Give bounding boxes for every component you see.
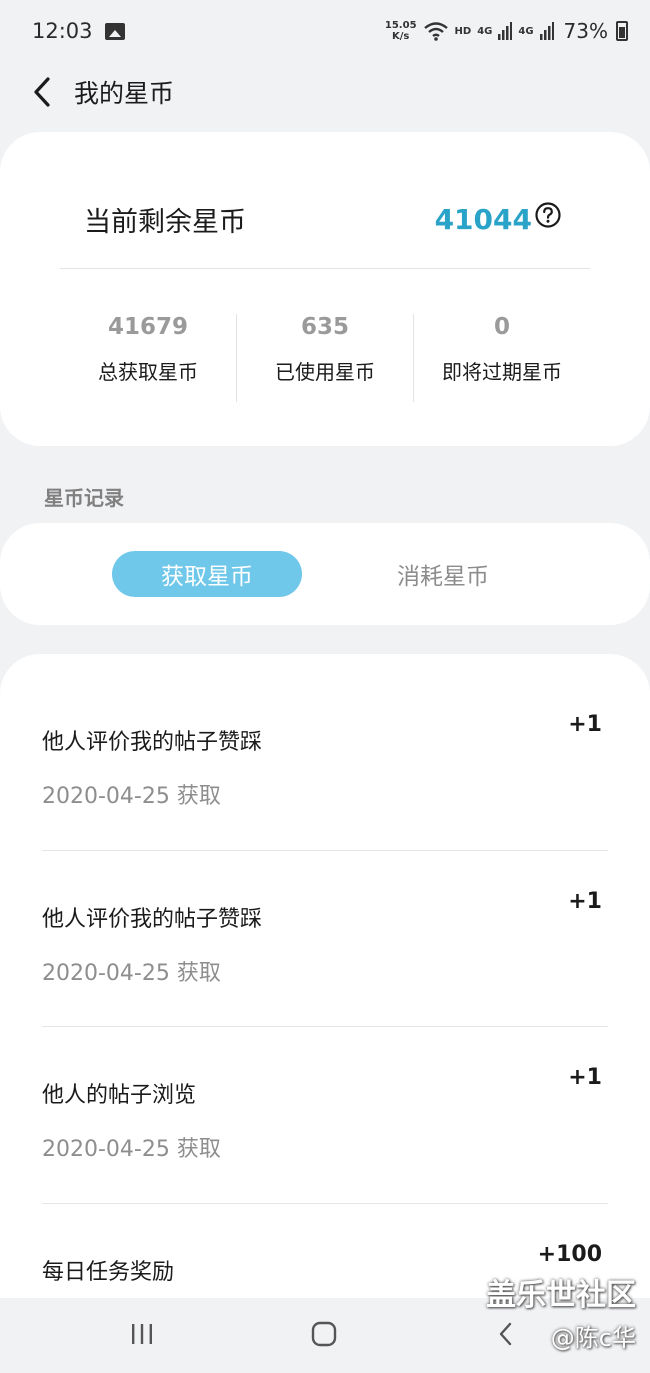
- recent-apps-icon: [132, 1324, 152, 1344]
- tab-spent[interactable]: 消耗星币: [348, 551, 538, 597]
- stat-value: 635: [300, 314, 349, 340]
- record-date: 2020-04-25 获取: [42, 961, 221, 986]
- records-section-title: 星币记录: [44, 486, 124, 510]
- stat-value: 41679: [107, 314, 189, 340]
- record-points: +1: [568, 712, 602, 737]
- record-title: 他人的帖子浏览: [42, 1083, 197, 1108]
- network-speed: 15.05 K/s: [385, 20, 417, 42]
- image-icon: [104, 22, 125, 40]
- hd-indicator: HD: [454, 25, 472, 37]
- home-icon: [311, 1321, 337, 1347]
- stats-row: 41679 总获取星币 635 已使用星币 0 即将过期星币: [60, 314, 590, 402]
- network-speed-unit: K/s: [392, 31, 410, 42]
- watermark-user: @陈c华: [550, 1324, 636, 1352]
- tabs-card: 获取星币 消耗星币: [0, 523, 650, 625]
- list-item[interactable]: 他人的帖子浏览 2020-04-25 获取 +1: [42, 1065, 608, 1163]
- signal-2-icon: [539, 22, 554, 40]
- battery-percent: 73%: [563, 19, 608, 43]
- stat-used: 635 已使用星币: [237, 314, 414, 402]
- question-circle-icon[interactable]: [534, 201, 562, 229]
- record-title: 他人评价我的帖子赞踩: [42, 730, 263, 755]
- chevron-left-icon: [34, 77, 50, 107]
- row-divider: [42, 850, 608, 851]
- status-bar: 12:03 15.05 K/s HD 4G 4G 73%: [0, 0, 650, 62]
- back-nav-icon: [499, 1322, 512, 1346]
- page-title: 我的星币: [74, 79, 175, 108]
- status-time: 12:03: [32, 19, 93, 43]
- back-nav-button[interactable]: [486, 1318, 526, 1350]
- record-date: 2020-04-25 获取: [42, 1137, 221, 1162]
- stat-total-earned: 41679 总获取星币: [60, 314, 237, 402]
- stat-label: 即将过期星币: [442, 360, 562, 384]
- signal-1-label: 4G: [477, 25, 493, 37]
- app-bar: 我的星币: [0, 62, 650, 122]
- row-divider: [42, 1026, 608, 1027]
- recent-apps-button[interactable]: [122, 1318, 162, 1350]
- tab-earned[interactable]: 获取星币: [112, 551, 302, 597]
- record-title: 他人评价我的帖子赞踩: [42, 907, 263, 932]
- record-points: +1: [568, 889, 602, 914]
- battery-icon: [616, 21, 628, 41]
- status-indicators: 15.05 K/s HD 4G 4G 73%: [385, 19, 628, 43]
- wifi-icon: [423, 22, 448, 41]
- balance-row: 当前剩余星币 41044: [84, 200, 562, 239]
- record-date: 2020-04-25 获取: [42, 784, 221, 809]
- record-points: +1: [568, 1065, 602, 1090]
- records-list: 他人评价我的帖子赞踩 2020-04-25 获取 +1 他人评价我的帖子赞踩 2…: [0, 654, 650, 1298]
- balance-label: 当前剩余星币: [84, 207, 246, 238]
- balance-divider: [60, 268, 590, 269]
- stat-expiring: 0 即将过期星币: [414, 314, 590, 402]
- home-button[interactable]: [304, 1318, 344, 1350]
- stat-label: 总获取星币: [98, 360, 198, 384]
- network-speed-value: 15.05: [384, 20, 417, 31]
- record-points: +100: [537, 1242, 602, 1267]
- stat-value: 0: [493, 314, 510, 340]
- stat-label: 已使用星币: [275, 360, 375, 384]
- watermark-site: 盖乐世社区: [486, 1278, 636, 1313]
- balance-value: 41044: [434, 203, 532, 236]
- row-divider: [42, 1203, 608, 1204]
- list-item[interactable]: 他人评价我的帖子赞踩 2020-04-25 获取 +1: [42, 712, 608, 810]
- list-item[interactable]: 他人评价我的帖子赞踩 2020-04-25 获取 +1: [42, 889, 608, 987]
- signal-2-label: 4G: [518, 25, 534, 37]
- signal-1-icon: [498, 22, 513, 40]
- balance-card: 当前剩余星币 41044 41679 总获取星币 635 已使用星币 0 即将过…: [0, 132, 650, 446]
- back-button[interactable]: [12, 62, 72, 122]
